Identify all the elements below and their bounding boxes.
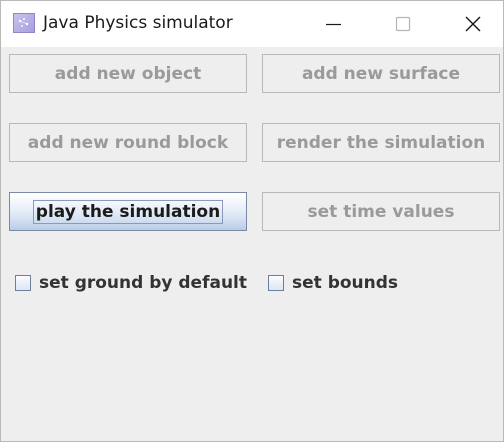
minimize-button[interactable] <box>305 1 361 47</box>
minimize-icon <box>326 23 341 26</box>
checkbox-box[interactable] <box>15 275 31 291</box>
set-time-values-button[interactable]: set time values <box>262 192 500 231</box>
set-bounds-label: set bounds <box>292 273 399 293</box>
app-window: Java Physics simulator add new object ad… <box>0 0 504 442</box>
java-app-icon <box>13 13 35 33</box>
close-button[interactable] <box>445 1 501 47</box>
checkbox-box[interactable] <box>268 275 284 291</box>
render-simulation-button[interactable]: render the simulation <box>262 123 500 162</box>
maximize-button[interactable] <box>375 1 431 47</box>
add-new-round-block-button[interactable]: add new round block <box>9 123 247 162</box>
add-new-surface-button[interactable]: add new surface <box>262 54 500 93</box>
close-icon <box>465 16 481 32</box>
title-bar[interactable]: Java Physics simulator <box>1 1 503 47</box>
set-ground-label: set ground by default <box>39 273 248 293</box>
window-title: Java Physics simulator <box>43 13 233 33</box>
set-ground-checkbox[interactable]: set ground by default <box>15 273 247 293</box>
play-simulation-label: play the simulation <box>32 199 224 224</box>
main-panel: add new object add new surface add new r… <box>1 47 503 441</box>
add-new-object-button[interactable]: add new object <box>9 54 247 93</box>
set-bounds-checkbox[interactable]: set bounds <box>268 273 398 293</box>
maximize-icon <box>395 16 411 32</box>
play-simulation-button[interactable]: play the simulation <box>9 192 247 231</box>
